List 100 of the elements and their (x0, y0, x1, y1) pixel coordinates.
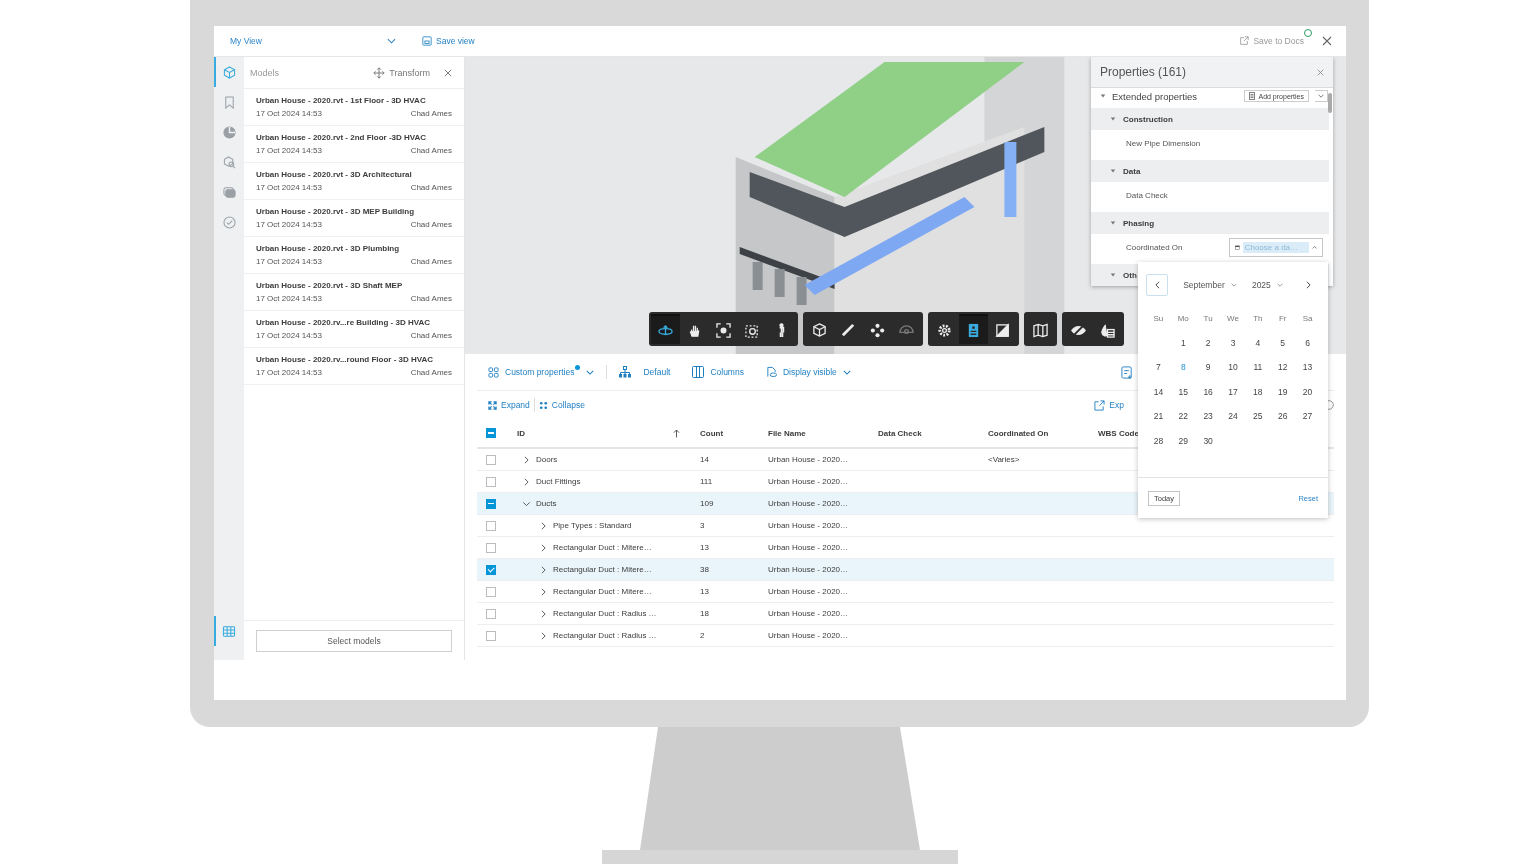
calendar-day[interactable]: 20 (1302, 386, 1313, 397)
model-list-item[interactable]: Urban House - 2020.rv...round Floor - 3D HVAC 17 Oct 2024 14:53 Chad Ames (244, 348, 464, 384)
model-date: 17 Oct 2024 14:53 (256, 220, 322, 229)
calendar-day[interactable]: 16 (1203, 386, 1213, 397)
weekday-label: Su (1153, 313, 1164, 323)
table-row[interactable]: Rectangular Duct : Radius … 18 Urban House - 2020… (477, 603, 1334, 625)
date-field[interactable]: Choose a da… (1229, 237, 1323, 257)
columns-button[interactable]: Columns (692, 366, 744, 378)
model-author: Chad Ames (410, 368, 452, 377)
default-grouping-button[interactable]: Default (619, 366, 671, 378)
weekday-label: Tu (1203, 313, 1213, 323)
calendar-day[interactable]: 29 (1178, 435, 1188, 446)
transform-button[interactable]: Transform (373, 66, 430, 79)
table-cell: Urban House - 2020… (768, 565, 849, 574)
calendar-day[interactable]: 18 (1253, 386, 1263, 397)
column-header[interactable]: Data Check (878, 428, 922, 438)
property-group-header[interactable]: Construction (1091, 108, 1329, 130)
weekday-label: We (1227, 313, 1239, 323)
weekday-label: Th (1253, 313, 1263, 323)
property-group-header[interactable]: Data (1091, 160, 1329, 182)
model-name: Urban House - 2020.rvt - 1st Floor - 3D HVAC (256, 96, 427, 105)
model-author: Chad Ames (410, 146, 452, 155)
year-dropdown[interactable]: 2025 (1251, 280, 1283, 290)
model-date: 17 Oct 2024 14:53 (256, 294, 322, 303)
calendar-day[interactable]: 26 (1277, 411, 1288, 422)
calendar-day[interactable]: 30 (1203, 435, 1213, 446)
model-author: Chad Ames (410, 294, 452, 303)
model-list-item[interactable]: Urban House - 2020.rvt - 3D Architectural 17 Oct 2024 14:53 Chad Ames (244, 163, 464, 199)
table-row[interactable]: Rectangular Duct : Radius … 2 Urban House - 2020… (477, 625, 1334, 647)
save-view-button[interactable]: Save view (422, 36, 475, 46)
calendar-day[interactable]: 14 (1153, 386, 1164, 397)
calendar-day[interactable]: 8 (1180, 362, 1186, 373)
table-cell: Rectangular Duct : Radius … (553, 631, 657, 640)
calendar-day[interactable]: 2 (1205, 337, 1211, 348)
table-cell: 2 (700, 631, 705, 640)
calendar-day[interactable]: 4 (1255, 337, 1261, 348)
table-cell: Rectangular Duct : Mitere… (553, 587, 652, 596)
table-cell: Duct Fittings (536, 477, 581, 486)
model-name: Urban House - 2020.rvt - 3D MEP Building (256, 207, 416, 216)
model-list-item[interactable]: Urban House - 2020.rvt - 3D Plumbing 17 Oct 2024 14:53 Chad Ames (244, 237, 464, 273)
table-cell: 38 (700, 565, 709, 574)
property-group-header[interactable]: Phasing (1091, 212, 1329, 234)
custom-properties-dropdown[interactable]: Custom properties (488, 366, 595, 378)
calendar-day[interactable]: 5 (1280, 337, 1286, 348)
column-header[interactable]: WBS Code (1098, 428, 1139, 438)
model-author: Chad Ames (410, 257, 452, 266)
section-title: Extended properties (1112, 90, 1198, 102)
calendar-day[interactable]: 25 (1253, 411, 1263, 422)
view-dropdown[interactable]: My View (230, 36, 396, 46)
calendar-day[interactable]: 7 (1156, 362, 1161, 373)
column-header[interactable]: Coordinated On (988, 428, 1049, 438)
export-button[interactable]: Exp (1094, 399, 1124, 411)
calendar-day[interactable]: 27 (1302, 411, 1313, 422)
calendar-day[interactable]: 22 (1178, 411, 1188, 422)
table-cell: Urban House - 2020… (768, 543, 849, 552)
model-list-item[interactable]: Urban House - 2020.rvt - 3D Shaft MEP 17 Oct 2024 14:53 Chad Ames (244, 274, 464, 310)
calendar-day[interactable]: 24 (1228, 411, 1238, 422)
calendar-day[interactable]: 11 (1253, 362, 1263, 373)
table-row[interactable]: Rectangular Duct : Mitere… 13 Urban House - 2020… (477, 581, 1334, 603)
calendar-day[interactable]: 9 (1205, 362, 1211, 373)
calendar-day[interactable]: 13 (1302, 362, 1313, 373)
table-row[interactable]: Rectangular Duct : Mitere… 38 Urban House - 2020… (477, 559, 1334, 581)
model-list-item[interactable]: Urban House - 2020.rvt - 3D MEP Building 17 Oct 2024 14:53 Chad Ames (244, 200, 464, 236)
column-header[interactable]: File Name (768, 428, 806, 438)
table-cell: Rectangular Duct : Mitere… (553, 565, 652, 574)
table-cell: Urban House - 2020… (768, 631, 849, 640)
column-header[interactable]: Count (700, 428, 724, 438)
calendar-day[interactable]: 19 (1277, 386, 1288, 397)
calendar-day[interactable]: 28 (1153, 435, 1164, 446)
table-cell: Urban House - 2020… (768, 499, 849, 508)
panel-title: Properties (161) (1100, 65, 1187, 79)
calendar-day[interactable]: 12 (1277, 362, 1288, 373)
month-dropdown[interactable]: September (1183, 280, 1237, 290)
calendar-day[interactable]: 15 (1178, 386, 1188, 397)
collapse-button[interactable]: Collapse (538, 400, 585, 410)
table-cell: 109 (700, 499, 714, 508)
calendar-day[interactable]: 17 (1228, 386, 1238, 397)
table-cell: 18 (700, 609, 709, 618)
model-name: Urban House - 2020.rv...round Floor - 3D HVAC (256, 355, 435, 364)
table-cell: 111 (700, 477, 713, 486)
table-cell: Urban House - 2020… (768, 609, 849, 618)
table-cell: 13 (700, 587, 709, 596)
model-author: Chad Ames (410, 109, 452, 118)
table-cell: 14 (700, 455, 709, 464)
table-cell: 13 (700, 543, 709, 552)
calendar-day[interactable]: 10 (1228, 362, 1238, 373)
model-list-item[interactable]: Urban House - 2020.rvt - 2nd Floor -3D HVAC 17 Oct 2024 14:53 Chad Ames (244, 126, 464, 162)
display-visible-dropdown[interactable]: Display visible (765, 366, 851, 378)
model-list-item[interactable]: Urban House - 2020.rv...re Building - 3D HVAC 17 Oct 2024 14:53 Chad Ames (244, 311, 464, 347)
calendar-day[interactable]: 3 (1230, 337, 1236, 348)
column-header[interactable]: ID (517, 428, 525, 438)
calendar-day[interactable]: 1 (1180, 337, 1186, 348)
calendar-day[interactable]: 21 (1153, 411, 1164, 422)
model-name: Urban House - 2020.rvt - 3D Architectural (256, 170, 413, 179)
table-cell: Pipe Types : Standard (553, 521, 632, 530)
expand-button[interactable]: Expand (488, 400, 530, 410)
select-models-button[interactable]: Select models (256, 630, 452, 652)
calendar-day[interactable]: 23 (1203, 411, 1213, 422)
calendar-day[interactable]: 6 (1305, 337, 1310, 348)
model-list-item[interactable]: Urban House - 2020.rvt - 1st Floor - 3D HVAC 17 Oct 2024 14:53 Chad Ames (244, 89, 464, 125)
